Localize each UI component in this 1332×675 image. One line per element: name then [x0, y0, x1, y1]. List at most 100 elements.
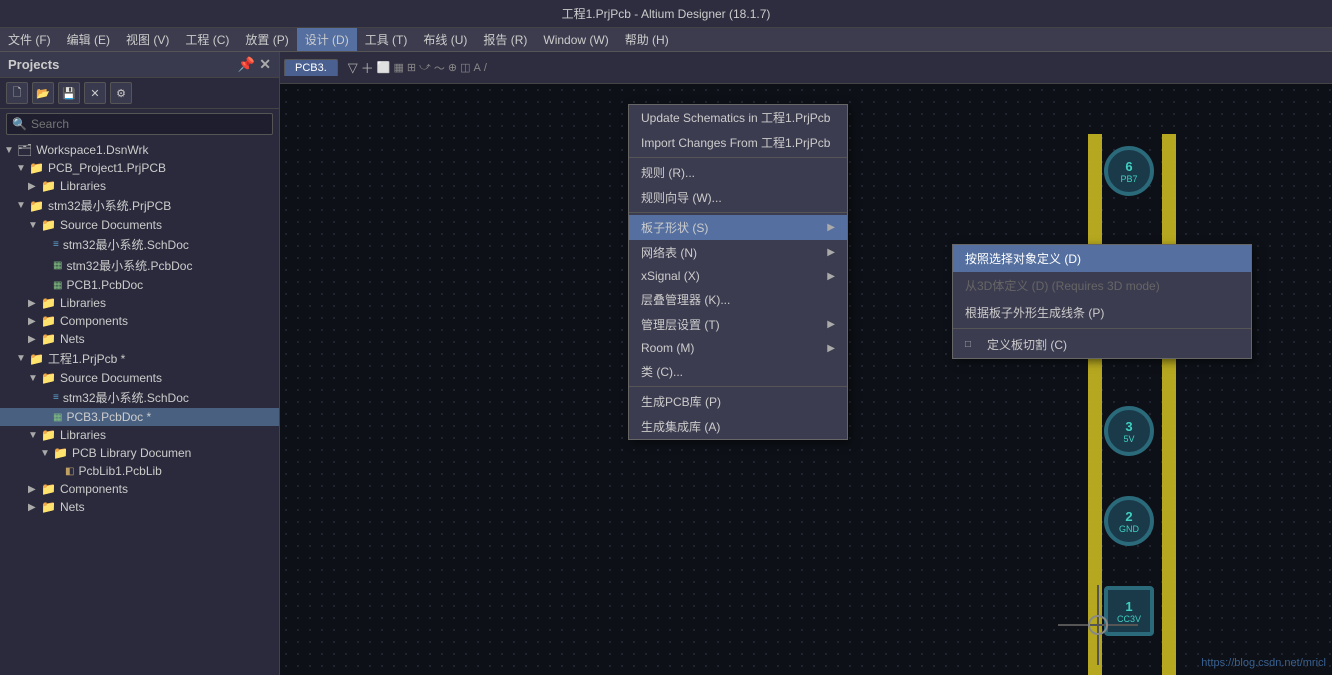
select-icon[interactable]: ⬜ — [377, 61, 391, 74]
arrow-workspace: ▼ — [4, 145, 14, 156]
menu-place[interactable]: 放置 (P) — [237, 28, 296, 51]
menu-project[interactable]: 工程 (C) — [177, 28, 237, 51]
menu-update-sch[interactable]: Update Schematics in 工程1.PrjPcb — [629, 105, 847, 130]
folder-icon-stm32-src: 📁 — [41, 218, 56, 232]
stm32-schdoc-label: stm32最小系统.SchDoc — [63, 236, 189, 253]
proj1-source-docs-label: Source Documents — [60, 371, 162, 385]
tree-pcb3-pcbdoc[interactable]: ▦ PCB3.PcbDoc * — [0, 408, 279, 426]
menubar: 文件 (F) 编辑 (E) 视图 (V) 工程 (C) 放置 (P) 设计 (D… — [0, 28, 1332, 52]
arrow-proj1-nets: ▶ — [28, 502, 38, 513]
chart-icon[interactable]: ▦ — [394, 61, 404, 74]
tree-proj1-schdoc[interactable]: ≡ stm32最小系统.SchDoc — [0, 387, 279, 408]
grid-icon[interactable]: ⊞ — [407, 61, 416, 74]
tree-stm32-libraries[interactable]: ▶ 📁 Libraries — [0, 294, 279, 312]
menu-help[interactable]: 帮助 (H) — [617, 28, 677, 51]
tree-stm32-components[interactable]: ▶ 📁 Components — [0, 312, 279, 330]
bs-gen-lines[interactable]: 根据板子外形生成线条 (P) — [953, 299, 1251, 326]
pin2-icon[interactable]: ⊕ — [448, 61, 457, 74]
settings-button[interactable]: ⚙ — [110, 82, 132, 104]
wave-icon[interactable]: 〜 — [434, 60, 445, 76]
line-icon[interactable]: / — [484, 62, 487, 74]
menu-window[interactable]: Window (W) — [535, 28, 616, 51]
menu-classes[interactable]: 类 (C)... — [629, 359, 847, 384]
menu-view[interactable]: 视图 (V) — [118, 28, 177, 51]
tree-proj1-source-docs[interactable]: ▼ 📁 Source Documents — [0, 369, 279, 387]
manage-layers-arrow: ▶ — [827, 319, 835, 330]
trace-right — [1162, 134, 1176, 675]
menu-xsignal[interactable]: xSignal (X) ▶ — [629, 265, 847, 287]
search-input[interactable] — [6, 113, 273, 135]
menu-manage-layers[interactable]: 管理层设置 (T) ▶ — [629, 312, 847, 337]
tree-pcblib-folder[interactable]: ▼ 📁 PCB Library Documen — [0, 444, 279, 462]
titlebar: 工程1.PrjPcb - Altium Designer (18.1.7) — [0, 0, 1332, 28]
tree-pcb1-pcbdoc[interactable]: ▦ PCB1.PcbDoc — [0, 276, 279, 294]
pin-icon[interactable]: 📌 — [238, 56, 255, 73]
pcb3-tab[interactable]: PCB3. — [284, 59, 338, 76]
tree-proj1-libraries[interactable]: ▼ 📁 Libraries — [0, 426, 279, 444]
close-project-button[interactable]: ✕ — [84, 82, 106, 104]
tree-pcblib1[interactable]: ◧ PcbLib1.PcbLib — [0, 462, 279, 480]
arrow-pcblib1 — [52, 466, 62, 477]
menu-route[interactable]: 布线 (U) — [415, 28, 475, 51]
menu-room[interactable]: Room (M) ▶ — [629, 337, 847, 359]
tree-proj1[interactable]: ▼ 📁 工程1.PrjPcb * — [0, 348, 279, 369]
xsignal-arrow: ▶ — [827, 271, 835, 282]
arrow-proj1: ▼ — [16, 353, 26, 364]
menu-file[interactable]: 文件 (F) — [0, 28, 59, 51]
arrow-pcb-project1: ▼ — [16, 163, 26, 174]
tree-stm32-project[interactable]: ▼ 📁 stm32最小系统.PrjPCB — [0, 195, 279, 216]
open-button[interactable]: 📂 — [32, 82, 54, 104]
layers-icon[interactable]: ◫ — [460, 61, 470, 74]
stm32-project-label: stm32最小系统.PrjPCB — [48, 197, 171, 214]
sidebar-header-icons: 📌 ✕ — [238, 56, 271, 73]
pcb-icon-stm32: ▦ — [53, 260, 62, 271]
pad-3: 3 5V — [1104, 406, 1154, 456]
menu-report[interactable]: 报告 (R) — [475, 28, 535, 51]
menu-design[interactable]: 设计 (D) — [297, 28, 357, 51]
menu-layer-stack[interactable]: 层叠管理器 (K)... — [629, 287, 847, 312]
tree-stm32-schdoc[interactable]: ≡ stm32最小系统.SchDoc — [0, 234, 279, 255]
sch-icon-proj1: ≡ — [53, 392, 59, 403]
arrow-stm32-lib: ▶ — [28, 298, 38, 309]
text-icon[interactable]: A — [474, 62, 481, 74]
menu-board-shape[interactable]: 板子形状 (S) ▶ — [629, 215, 847, 240]
menu-netlist[interactable]: 网络表 (N) ▶ — [629, 240, 847, 265]
pcb1-libraries-label: Libraries — [60, 179, 106, 193]
arrow-stm32-src: ▼ — [28, 220, 38, 231]
proj1-label: 工程1.PrjPcb * — [48, 350, 125, 367]
menu-gen-pcblib[interactable]: 生成PCB库 (P) — [629, 389, 847, 414]
bs-define-from-selected[interactable]: 按照选择对象定义 (D) — [953, 245, 1251, 272]
menu-gen-intlib[interactable]: 生成集成库 (A) — [629, 414, 847, 439]
tree-proj1-nets[interactable]: ▶ 📁 Nets — [0, 498, 279, 516]
tree-stm32-pcbdoc[interactable]: ▦ stm32最小系统.PcbDoc — [0, 255, 279, 276]
new-project-button[interactable]: 🗋 — [6, 82, 28, 104]
plus-icon[interactable]: ＋ — [361, 58, 374, 77]
proj1-components-label: Components — [60, 482, 128, 496]
bs-define-cutout[interactable]: □ 定义板切割 (C) — [953, 331, 1251, 358]
main-layout: Projects 📌 ✕ 🗋 📂 💾 ✕ ⚙ 🔍 ▼ 🗂 Workspace1.… — [0, 52, 1332, 675]
tree-pcb-project1[interactable]: ▼ 📁 PCB_Project1.PrjPCB — [0, 159, 279, 177]
tree-stm32-source-docs[interactable]: ▼ 📁 Source Documents — [0, 216, 279, 234]
filter-icon[interactable]: ▽ — [348, 60, 358, 76]
menu-rules[interactable]: 规则 (R)... — [629, 160, 847, 185]
stm32-pcbdoc-label: stm32最小系统.PcbDoc — [66, 257, 192, 274]
canvas-area[interactable]: PCB3. ▽ ＋ ⬜ ▦ ⊞ ⤻ 〜 ⊕ ◫ A / — [280, 52, 1332, 675]
menu-rules-wizard[interactable]: 规则向导 (W)... — [629, 185, 847, 210]
save-button[interactable]: 💾 — [58, 82, 80, 104]
arrow-pcb1-libraries: ▶ — [28, 181, 38, 192]
menu-tools[interactable]: 工具 (T) — [357, 28, 416, 51]
dm-sep-3 — [629, 386, 847, 387]
tree-pcb1-libraries[interactable]: ▶ 📁 Libraries — [0, 177, 279, 195]
tree-proj1-components[interactable]: ▶ 📁 Components — [0, 480, 279, 498]
sidebar-title: Projects — [8, 57, 59, 72]
board-shape-arrow: ▶ — [827, 222, 835, 233]
pcb3-pcbdoc-label: PCB3.PcbDoc * — [66, 410, 151, 424]
tree-stm32-nets[interactable]: ▶ 📁 Nets — [0, 330, 279, 348]
route-icon[interactable]: ⤻ — [419, 61, 431, 74]
close-icon[interactable]: ✕ — [259, 56, 271, 73]
menu-edit[interactable]: 编辑 (E) — [59, 28, 118, 51]
pcblib-icon: ◧ — [65, 466, 74, 477]
menu-import-changes[interactable]: Import Changes From 工程1.PrjPcb — [629, 130, 847, 155]
canvas-toolbar: PCB3. ▽ ＋ ⬜ ▦ ⊞ ⤻ 〜 ⊕ ◫ A / — [280, 52, 1332, 84]
tree-workspace[interactable]: ▼ 🗂 Workspace1.DsnWrk — [0, 141, 279, 159]
